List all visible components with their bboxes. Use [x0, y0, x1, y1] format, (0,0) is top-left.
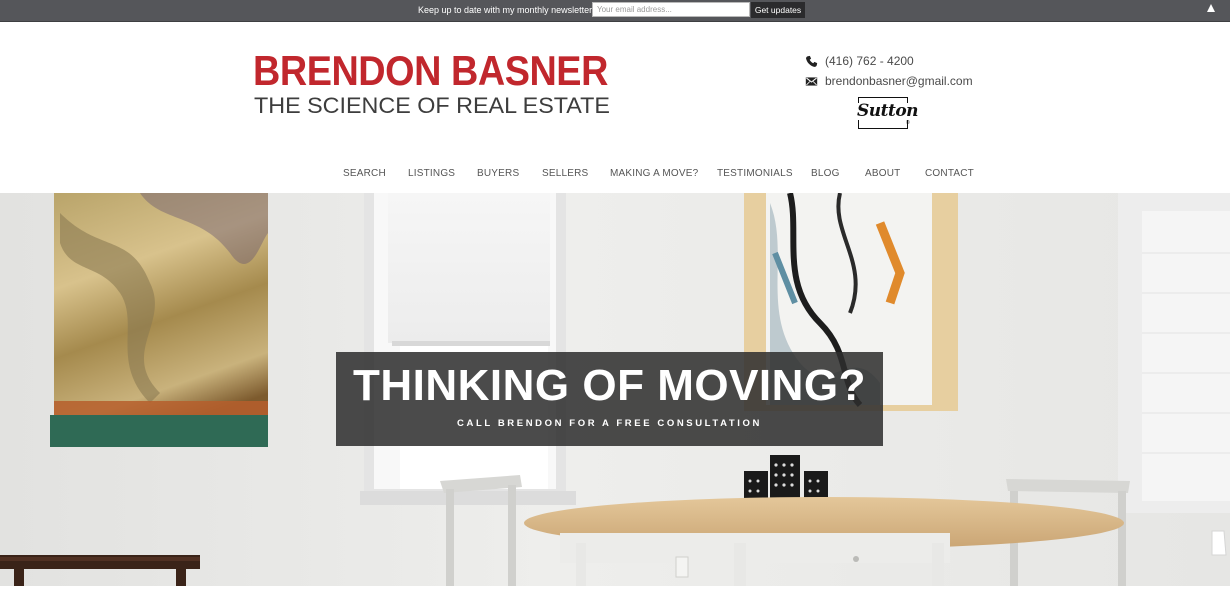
collapse-arrow-icon[interactable] — [1207, 4, 1215, 12]
sutton-logo: Sutton ® — [856, 97, 920, 131]
hero-subtitle: CALL BRENDON FOR A FREE CONSULTATION — [457, 418, 762, 429]
email-address: brendonbasner@gmail.com — [825, 74, 973, 88]
nav-item-blog[interactable]: BLOG — [811, 168, 840, 179]
get-updates-button[interactable]: Get updates — [751, 2, 805, 18]
hero-title: THINKING OF MOVING? — [352, 361, 867, 410]
main-nav: SEARCH LISTINGS BUYERS SELLERS MAKING A … — [0, 168, 1230, 182]
nav-item-search[interactable]: SEARCH — [343, 168, 386, 179]
phone-icon — [806, 55, 818, 67]
phone-number: (416) 762 - 4200 — [825, 54, 914, 68]
phone-contact[interactable]: (416) 762 - 4200 — [805, 53, 914, 69]
hero-callout: THINKING OF MOVING? CALL BRENDON FOR A F… — [336, 352, 883, 446]
newsletter-text: Keep up to date with my monthly newslett… — [418, 5, 593, 15]
sutton-logo-registered: ® — [906, 120, 910, 126]
nav-item-about[interactable]: ABOUT — [865, 168, 900, 179]
nav-item-making-a-move[interactable]: MAKING A MOVE? — [610, 168, 698, 179]
nav-item-listings[interactable]: LISTINGS — [408, 168, 455, 179]
newsletter-email-input[interactable] — [592, 2, 750, 17]
nav-item-contact[interactable]: CONTACT — [925, 168, 974, 179]
logo-tagline: THE SCIENCE OF REAL ESTATE — [254, 93, 610, 118]
nav-item-sellers[interactable]: SELLERS — [542, 168, 588, 179]
email-contact[interactable]: brendonbasner@gmail.com — [805, 73, 973, 89]
nav-item-testimonials[interactable]: TESTIMONIALS — [717, 168, 793, 179]
sutton-logo-text: Sutton — [856, 101, 920, 121]
logo-name: BRENDON BASNER — [253, 47, 608, 94]
newsletter-bar: Keep up to date with my monthly newslett… — [0, 0, 1230, 22]
nav-item-buyers[interactable]: BUYERS — [477, 168, 519, 179]
envelope-icon — [805, 76, 818, 86]
hero-banner: THINKING OF MOVING? CALL BRENDON FOR A F… — [0, 193, 1230, 586]
